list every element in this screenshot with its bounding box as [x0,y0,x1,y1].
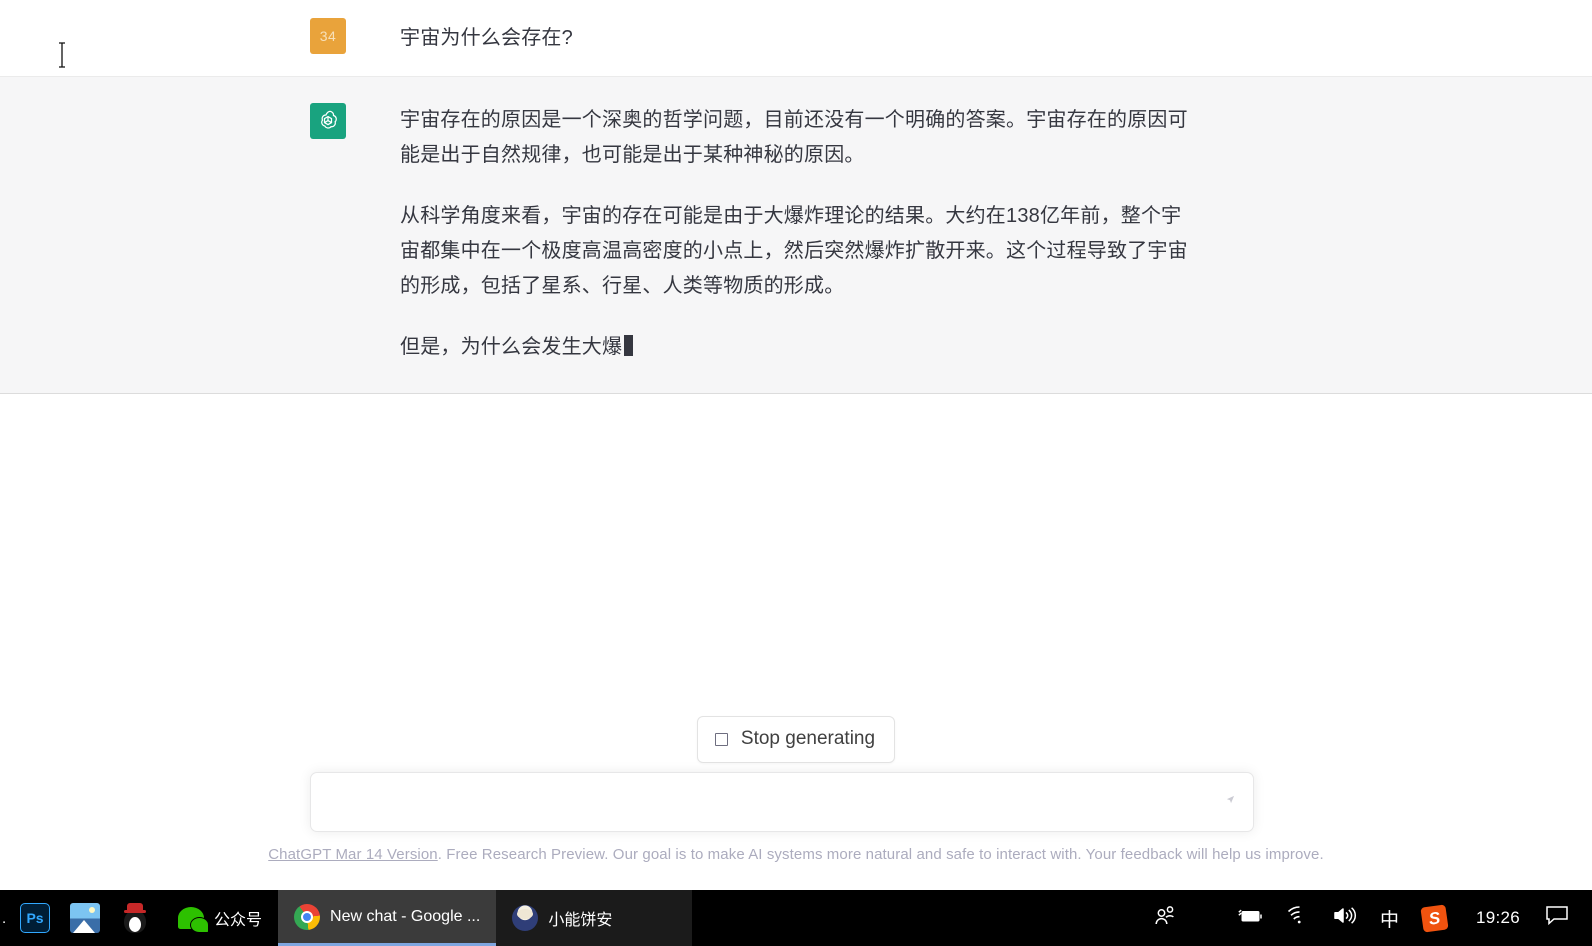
start-button[interactable]: . [0,910,10,927]
photoshop-icon: Ps [20,903,50,933]
assistant-paragraph-3-partial: 但是，为什么会发生大爆 [400,330,1190,365]
send-icon[interactable] [1226,795,1235,804]
taskbar-item-photoshop[interactable]: Ps [10,890,60,946]
stop-generating-button[interactable]: Stop generating [696,716,896,763]
tray-ime-button[interactable]: 中 [1368,905,1411,932]
tray-clock[interactable]: 19:26 [1458,908,1534,928]
footer-disclaimer: ChatGPT Mar 14 Version. Free Research Pr… [0,846,1592,863]
assistant-paragraph-2: 从科学角度来看，宇宙的存在可能是由于大爆炸理论的结果。大约在138亿年前，整个宇… [400,205,1188,297]
avatar-user: 34 [310,18,346,54]
stop-generating-label: Stop generating [740,728,876,749]
chrome-icon [294,903,321,930]
taskbar-window-qq-chat[interactable]: 小能饼安 [496,890,693,946]
openai-logo-icon [316,109,340,133]
notification-icon [1545,905,1569,931]
tray-people-button[interactable] [1142,890,1188,946]
message-body-user: 宇宙为什么会存在? [400,18,573,56]
user-question-text: 宇宙为什么会存在? [400,27,573,49]
footer-rest-text: . Free Research Preview. Our goal is to … [437,846,1324,863]
stop-generating-container: Stop generating [0,716,1592,763]
taskbar-window-chrome-label: New chat - Google ... [330,907,481,925]
taskbar-item-qq[interactable] [110,890,160,946]
composer[interactable] [310,772,1254,832]
stop-square-icon [714,732,728,746]
people-icon [1153,905,1177,932]
avatar-user-label: 34 [319,28,337,44]
tray-sogou-button[interactable]: S [1411,890,1458,946]
tray-volume-button[interactable] [1321,890,1368,946]
qq-avatar-icon [512,905,539,931]
assistant-streaming-text: 但是，为什么会发生大爆 [400,336,623,358]
tray-battery-button[interactable] [1226,890,1275,946]
screen: 34 宇宙为什么会存在? 宇宙存在的原因是一个深奥的哲学问题，目前还没有一个明确… [0,0,1592,946]
tray-wifi-button[interactable] [1275,890,1321,946]
chat-input[interactable] [311,773,1253,831]
chatgpt-version-link[interactable]: ChatGPT Mar 14 Version [268,846,438,863]
battery-charging-icon [1237,907,1264,930]
message-body-assistant: 宇宙存在的原因是一个深奥的哲学问题，目前还没有一个明确的答案。宇宙存在的原因可能… [400,103,1190,365]
assistant-paragraph-1: 宇宙存在的原因是一个深奥的哲学问题，目前还没有一个明确的答案。宇宙存在的原因可能… [400,109,1188,166]
qq-penguin-icon [122,903,148,933]
taskbar-item-wechat[interactable]: 公众号 [160,890,278,946]
photos-icon [70,903,100,933]
volume-icon [1332,906,1357,930]
taskbar-item-wechat-label: 公众号 [214,912,263,929]
sogou-icon: S [1420,903,1449,933]
wifi-icon [1286,906,1310,930]
avatar-assistant [310,103,346,139]
tray-notification-button[interactable] [1534,890,1580,946]
windows-taskbar[interactable]: . Ps 公众号 New chat - Google ... 小能饼安 中 S … [0,890,1592,946]
streaming-cursor-icon [624,335,634,356]
taskbar-window-chrome[interactable]: New chat - Google ... [278,890,497,946]
taskbar-window-qq-chat-label: 小能饼安 [548,912,613,929]
taskbar-item-photos[interactable] [60,890,110,946]
message-row-user: 34 宇宙为什么会存在? [0,0,1592,77]
message-row-assistant: 宇宙存在的原因是一个深奥的哲学问题，目前还没有一个明确的答案。宇宙存在的原因可能… [0,77,1592,394]
wechat-icon [178,907,209,933]
